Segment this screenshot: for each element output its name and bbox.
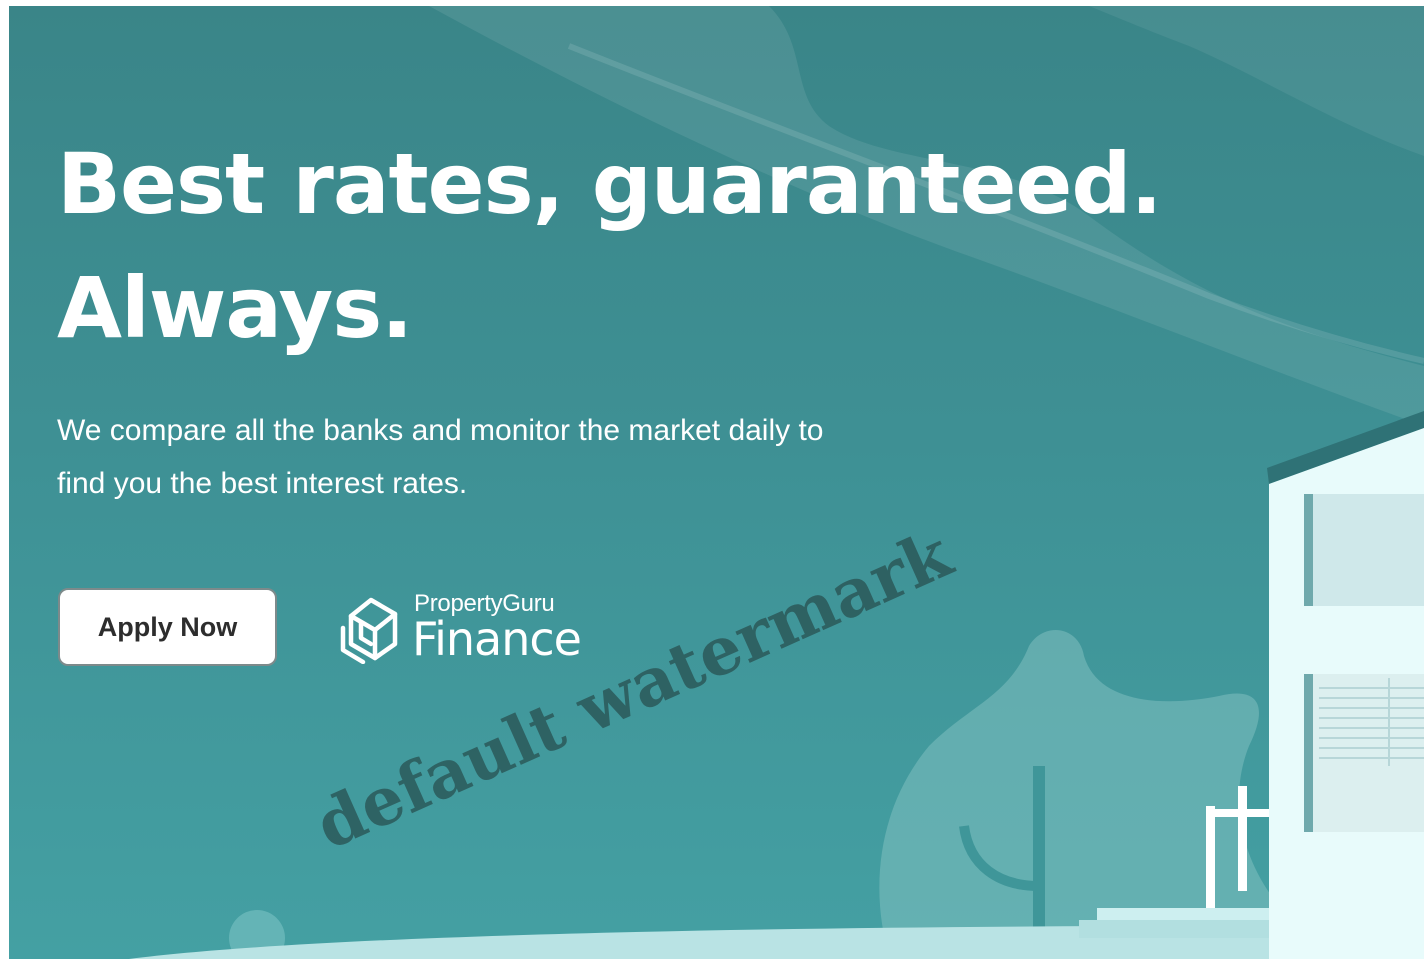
apply-now-button[interactable]: Apply Now [58,588,277,666]
subtext-line-1: We compare all the banks and monitor the… [57,414,824,447]
fence-rail [1206,809,1271,817]
hero-headline: Best rates, guaranteed. Always. [57,122,1162,370]
house-window-frame [1304,674,1313,832]
headline-line-2: Always. [57,259,413,357]
hero-subtext: We compare all the banks and monitor the… [57,404,957,510]
tree-canopy [879,629,1279,956]
house-window [1304,494,1424,606]
logo-brand-big: Finance [412,612,582,666]
propertyguru-finance-logo[interactable]: PropertyGuru Finance [339,590,619,670]
headline-line-1: Best rates, guaranteed. [57,135,1162,233]
house-step [1097,908,1272,920]
fence-post [1206,806,1215,916]
subtext-line-2: find you the best interest rates. [57,467,468,500]
house-window-frame [1304,494,1313,606]
house-step [1079,920,1274,938]
propertyguru-house-logo-icon [340,597,398,664]
fence-post [1238,786,1247,891]
hero-banner: Best rates, guaranteed. Always. We compa… [9,6,1424,959]
